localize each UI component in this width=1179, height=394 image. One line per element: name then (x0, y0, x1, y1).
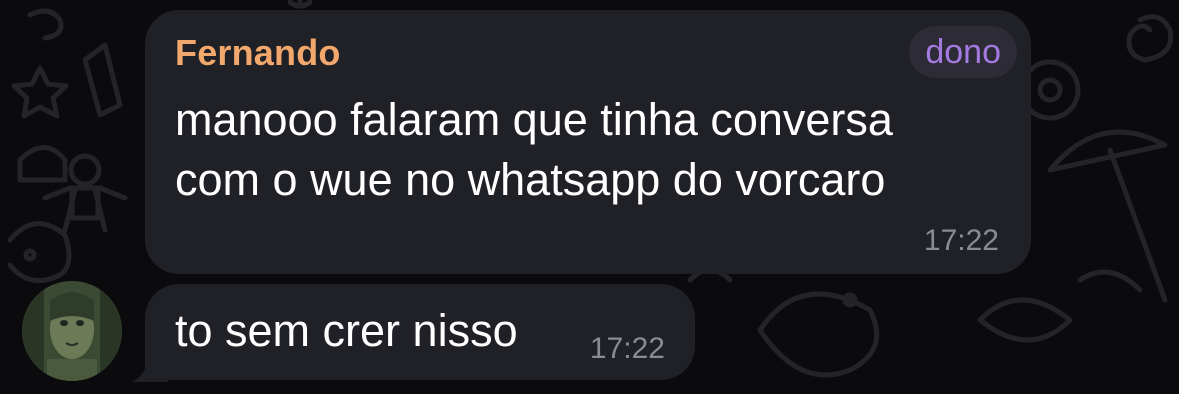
message-timestamp: 17:22 (923, 224, 999, 257)
message-bubble-fernando[interactable]: Fernando dono manooo falaram que tinha c… (145, 10, 1031, 274)
message-timestamp: 17:22 (589, 332, 665, 365)
sender-name[interactable]: Fernando (175, 32, 341, 74)
role-badge: dono (909, 26, 1017, 78)
message-text-line: com o wue no whatsapp do vorcaro (175, 154, 886, 205)
message-text-line: manooo falaram que tinha conversa (175, 94, 893, 145)
message-text: to sem crer nisso (175, 305, 518, 356)
user-avatar-photo-icon (22, 281, 122, 381)
message-text: manooo falaram que tinha conversa com o … (175, 90, 1015, 210)
user-avatar[interactable] (22, 281, 122, 381)
message-bubble[interactable]: to sem crer nisso 17:22 (145, 284, 695, 380)
wallpaper-doodle-icon (27, 8, 64, 41)
